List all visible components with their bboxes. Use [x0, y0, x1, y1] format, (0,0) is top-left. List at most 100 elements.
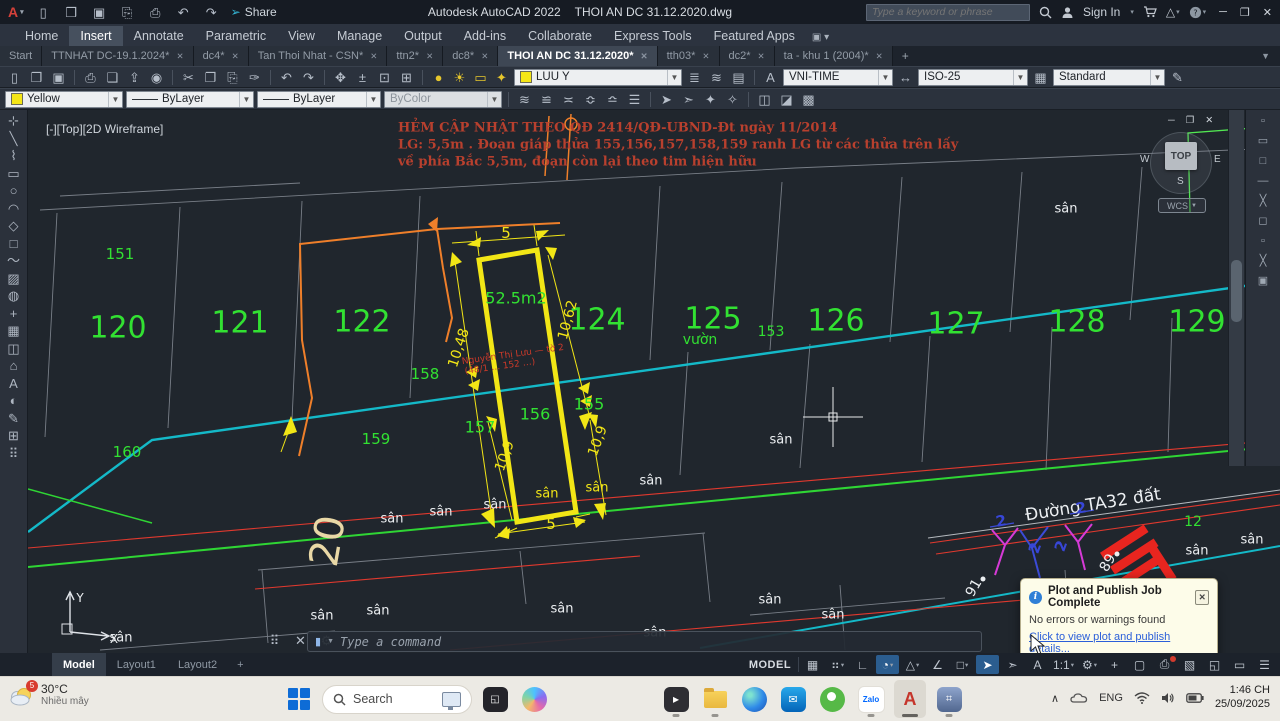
status-toggle[interactable]: A — [1026, 655, 1049, 674]
toolbar-icon[interactable]: ◫ — [4, 342, 23, 355]
toolbar-icon[interactable]: ✧ — [723, 93, 742, 106]
minimize-button[interactable]: ─ — [1219, 6, 1227, 19]
toolbar-icon[interactable]: ╲ — [4, 132, 23, 145]
toolbar-icon[interactable]: ❒ — [27, 71, 46, 84]
close-icon[interactable]: ✕ — [426, 51, 433, 62]
volume-icon[interactable] — [1161, 692, 1175, 704]
toolbar-icon[interactable]: ▦ — [4, 324, 23, 337]
wifi-icon[interactable] — [1134, 692, 1150, 704]
help-icon[interactable]: ? ▾ — [1189, 6, 1207, 19]
toolbar-icon[interactable]: ☀ — [450, 71, 469, 84]
model-space-label[interactable]: MODEL — [749, 659, 791, 671]
status-toggle[interactable]: ◔▾ — [876, 655, 899, 674]
status-toggle[interactable]: ▧ — [1178, 655, 1201, 674]
toolbar-icon[interactable]: ⊡ — [375, 71, 394, 84]
start-button[interactable] — [283, 680, 315, 718]
battery-icon[interactable] — [1186, 693, 1204, 703]
status-toggle[interactable]: ➣ — [1001, 655, 1024, 674]
taskbar-app-darkapp[interactable]: ◱ — [479, 680, 511, 718]
close-icon[interactable]: ✕ — [176, 51, 183, 62]
close-icon[interactable]: ✕ — [641, 51, 648, 62]
toolbar-icon[interactable]: ≏ — [603, 93, 622, 106]
status-toggle[interactable]: ⎙ — [1153, 655, 1176, 674]
toolbar-icon[interactable]: ± — [353, 71, 372, 84]
scrollbar-thumb[interactable] — [1231, 260, 1242, 322]
command-prompt[interactable]: Type a command — [340, 635, 441, 649]
file-tab[interactable]: Tan Thoi Nhat - CSN*✕ — [249, 46, 388, 66]
new-layout-button[interactable]: + — [228, 659, 252, 671]
file-tab[interactable]: ta - khu 1 (2004)*✕ — [775, 46, 893, 66]
toolbar-icon[interactable]: ▣ — [1254, 276, 1273, 287]
viewcube-south[interactable]: S — [1177, 176, 1184, 187]
toolbar-icon[interactable]: ❑ — [103, 71, 122, 84]
taskbar-app-viewer[interactable]: ▸ — [660, 680, 692, 718]
text-style-icon[interactable]: A — [761, 71, 780, 84]
toolbar-icon[interactable]: ⌇ — [4, 149, 23, 162]
toolbar-icon[interactable]: + — [4, 307, 23, 320]
dim-style-icon[interactable]: ↔ — [896, 71, 915, 84]
status-toggle[interactable]: ◱ — [1203, 655, 1226, 674]
taskbar-app-zalo[interactable]: Zalo — [855, 680, 887, 718]
toolbar-icon[interactable]: ◍ — [4, 289, 23, 302]
toolbar-icon[interactable]: ✑ — [245, 71, 264, 84]
toolbar-icon[interactable]: ≍ — [559, 93, 578, 106]
taskbar-app-edge[interactable] — [738, 680, 770, 718]
toolbar-icon[interactable]: ▭ — [471, 71, 490, 84]
toolbar-icon[interactable]: ▤ — [729, 71, 748, 84]
toolbar-icon[interactable]: A — [4, 377, 23, 390]
toolbar-icon[interactable]: ◫ — [755, 93, 774, 106]
status-toggle[interactable]: ∟ — [851, 655, 874, 674]
toolbar-icon[interactable]: ⇪ — [125, 71, 144, 84]
toolbar-icon[interactable]: ◪ — [777, 93, 796, 106]
toolbar-icon[interactable]: ↶ — [277, 71, 296, 84]
toolbar-icon[interactable]: ≋ — [707, 71, 726, 84]
toolbar-icon[interactable]: ⊞ — [4, 429, 23, 442]
toolbar-icon[interactable]: ✦ — [701, 93, 720, 106]
toolbar-icon[interactable]: ● — [429, 71, 448, 84]
toolbar-icon[interactable]: ◐ — [4, 394, 23, 407]
toolbar-icon[interactable]: ◠ — [4, 202, 23, 215]
toolbar-icon[interactable]: ✂ — [179, 71, 198, 84]
toolbar-icon[interactable]: ◻ — [1254, 216, 1273, 227]
file-tab-overflow-icon[interactable]: ▼ — [1251, 46, 1280, 66]
onedrive-icon[interactable] — [1070, 692, 1088, 704]
ribbon-tab-output[interactable]: Output — [393, 26, 453, 46]
taskbar-app-calculator[interactable]: ⌗ — [933, 680, 965, 718]
layout-tab-layout1[interactable]: Layout1 — [106, 653, 167, 676]
close-icon[interactable]: ✕ — [702, 51, 709, 62]
toolbar-icon[interactable]: ↷ — [299, 71, 318, 84]
linetype-dropdown[interactable]: ByLayer ▼ — [126, 91, 254, 108]
help-search-input[interactable] — [866, 4, 1030, 21]
model-canvas[interactable]: HẺM CẬP NHẬT THEO QĐ 2414/QĐ-UBND-Đt ngà… — [28, 110, 1280, 653]
ribbon-tab-home[interactable]: Home — [14, 26, 69, 46]
toolbar-icon[interactable]: ▫ — [1254, 236, 1273, 247]
file-tab[interactable]: ttn2*✕ — [387, 46, 443, 66]
toolbar-icon[interactable]: 〜 — [4, 254, 23, 267]
search-icon[interactable] — [1039, 6, 1052, 19]
wcs-menu[interactable]: WCS▼ — [1158, 198, 1206, 213]
text-style-dropdown[interactable]: VNI-TIME ▼ — [783, 69, 893, 86]
toolbar-icon[interactable]: ✦ — [492, 71, 511, 84]
file-tab[interactable]: TTNHAT DC-19.1.2024*✕ — [42, 46, 193, 66]
file-tab[interactable]: tth03*✕ — [658, 46, 720, 66]
ribbon-display-toggle[interactable]: ▣ ▾ — [812, 32, 829, 46]
toolbar-icon[interactable]: □ — [1254, 156, 1273, 167]
toolbar-icon[interactable]: ⠿ — [265, 634, 284, 647]
toolbar-icon[interactable]: ≣ — [685, 71, 704, 84]
viewcube-east[interactable]: E — [1214, 154, 1221, 165]
toolbar-icon[interactable]: ╳ — [1254, 256, 1273, 267]
file-tab[interactable]: THOI AN DC 31.12.2020*✕ — [498, 46, 657, 66]
toolbar-icon[interactable]: ➣ — [679, 93, 698, 106]
status-toggle[interactable]: ⠶▾ — [826, 655, 849, 674]
status-toggle[interactable]: ➤ — [976, 655, 999, 674]
taskbar-search[interactable]: Search — [322, 685, 472, 714]
toolbar-icon[interactable]: ≌ — [537, 93, 556, 106]
toolbar-icon[interactable]: ⌂ — [4, 359, 23, 372]
toolbar-icon[interactable]: ⎙ — [146, 6, 165, 19]
layout-tab-layout2[interactable]: Layout2 — [167, 653, 228, 676]
clock[interactable]: 1:46 CH 25/09/2025 — [1215, 684, 1270, 712]
tray-expand-icon[interactable]: ∧ — [1051, 692, 1059, 705]
autodesk-logo-icon[interactable]: △▾ — [1166, 5, 1180, 19]
app-store-cart-icon[interactable] — [1143, 6, 1157, 18]
toolbar-icon[interactable]: ⎘ — [223, 71, 242, 84]
